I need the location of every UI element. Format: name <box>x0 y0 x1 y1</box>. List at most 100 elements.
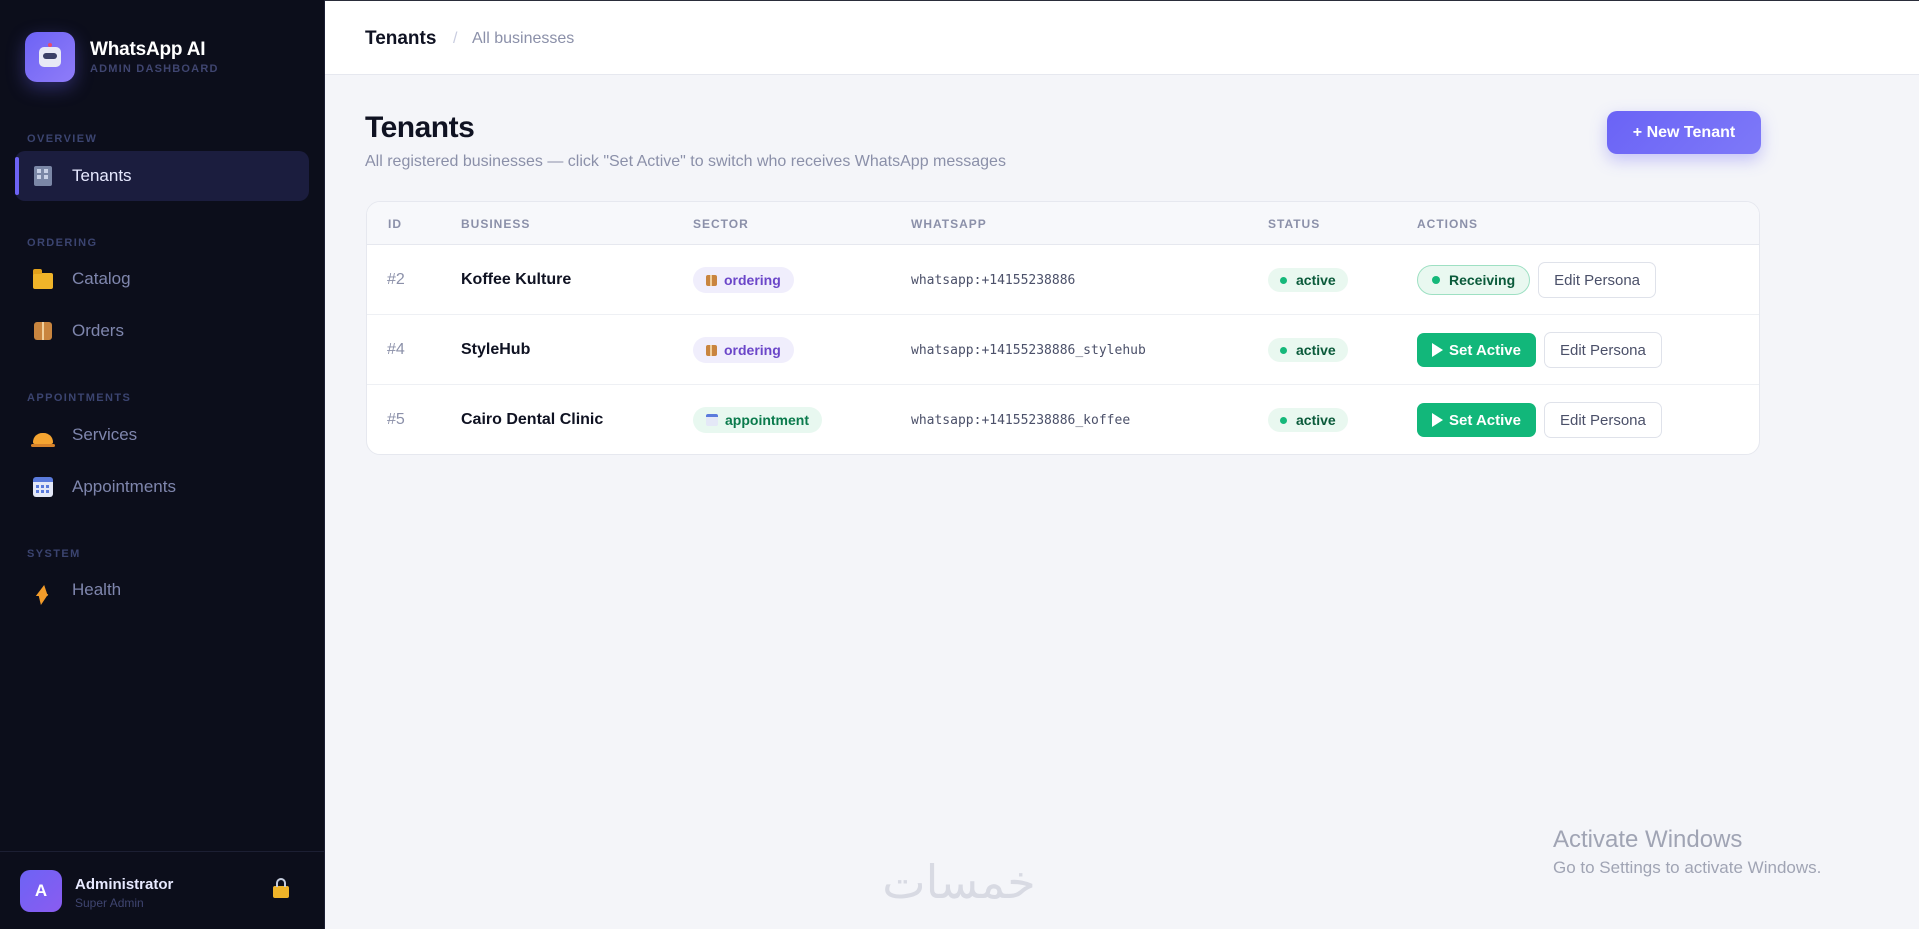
table-header: ID BUSINESS SECTOR WHATSAPP STATUS ACTIO… <box>367 202 1759 245</box>
sector-cell: ordering <box>693 245 794 315</box>
sector-label: appointment <box>725 412 809 428</box>
tenants-table: ID BUSINESS SECTOR WHATSAPP STATUS ACTIO… <box>366 201 1760 455</box>
sector-badge: ordering <box>693 267 794 293</box>
status-badge: active <box>1268 338 1348 362</box>
column-header-business: BUSINESS <box>461 217 531 231</box>
status-dot-icon <box>1280 276 1287 284</box>
edit-persona-button[interactable]: Edit Persona <box>1538 262 1657 298</box>
lock-icon[interactable] <box>273 878 289 898</box>
whatsapp-number: whatsapp:+14155238886 <box>911 272 1076 288</box>
brand-name: WhatsApp AI <box>90 39 206 60</box>
sidebar: WhatsApp AI ADMIN DASHBOARD OVERVIEW Ten… <box>0 0 325 929</box>
receiving-dot-icon <box>1432 276 1440 284</box>
status-label: active <box>1296 412 1336 428</box>
status-badge: active <box>1268 268 1348 292</box>
breadcrumb-title: Tenants <box>365 28 437 49</box>
activate-windows-title: Activate Windows <box>1553 826 1743 853</box>
receiving-badge: Receiving <box>1417 265 1531 295</box>
sidebar-item-catalog[interactable]: Catalog <box>15 254 309 304</box>
watermark-logo: خمسات <box>882 856 1035 908</box>
sector-badge: appointment <box>693 407 822 433</box>
status-badge: active <box>1268 408 1348 432</box>
breadcrumb-separator: / <box>453 30 458 47</box>
actions-cell: Set Active Edit Persona <box>1417 315 1662 385</box>
whatsapp-number: whatsapp:+14155238886_koffee <box>911 412 1131 428</box>
status-label: active <box>1296 342 1336 358</box>
column-header-sector: SECTOR <box>693 217 749 231</box>
play-icon <box>1432 343 1443 357</box>
set-active-button[interactable]: Set Active <box>1417 333 1536 367</box>
sidebar-item-label: Catalog <box>72 269 131 288</box>
set-active-label: Set Active <box>1449 411 1521 429</box>
watermark-text: خمسات <box>882 856 1035 908</box>
section-label-overview: OVERVIEW <box>27 133 98 145</box>
receiving-label: Receiving <box>1449 272 1516 288</box>
sidebar-item-label: Appointments <box>72 477 176 496</box>
section-label-system: SYSTEM <box>27 548 81 560</box>
activate-windows-subtitle: Go to Settings to activate Windows. <box>1553 858 1822 877</box>
package-icon <box>706 344 717 356</box>
package-icon <box>32 320 54 342</box>
user-panel: A Administrator Super Admin <box>0 851 325 929</box>
sector-cell: ordering <box>693 315 794 385</box>
edit-persona-button[interactable]: Edit Persona <box>1543 332 1662 368</box>
sidebar-item-appointments[interactable]: Appointments <box>15 462 309 512</box>
whatsapp-number: whatsapp:+14155238886_stylehub <box>911 342 1146 358</box>
sector-badge: ordering <box>693 337 794 363</box>
set-active-label: Set Active <box>1449 341 1521 359</box>
folder-icon <box>32 268 54 290</box>
topbar: Tenants / All businesses <box>325 0 1919 75</box>
status-cell: active <box>1268 245 1348 315</box>
new-tenant-button[interactable]: + New Tenant <box>1607 111 1761 154</box>
status-dot-icon <box>1280 416 1287 424</box>
set-active-button[interactable]: Set Active <box>1417 403 1536 437</box>
edit-persona-button[interactable]: Edit Persona <box>1543 402 1662 438</box>
tenant-id: #4 <box>387 341 405 358</box>
sidebar-item-tenants[interactable]: Tenants <box>15 151 309 201</box>
brand-subtitle: ADMIN DASHBOARD <box>90 63 219 75</box>
calendar-icon <box>32 476 54 498</box>
brand[interactable]: WhatsApp AI ADMIN DASHBOARD <box>25 32 219 82</box>
lightning-icon <box>32 579 54 601</box>
play-icon <box>1432 413 1443 427</box>
column-header-id: ID <box>388 217 402 231</box>
section-label-appointments: APPOINTMENTS <box>27 392 132 404</box>
sidebar-item-label: Services <box>72 425 138 444</box>
sidebar-item-label: Orders <box>72 321 124 340</box>
table-row: #2 Koffee Kulture ordering whatsapp:+141… <box>367 245 1759 315</box>
user-role: Super Admin <box>75 896 144 910</box>
sidebar-item-health[interactable]: Health <box>15 565 309 615</box>
business-name: Koffee Kulture <box>461 271 572 288</box>
status-cell: active <box>1268 315 1348 385</box>
tenant-id: #2 <box>387 271 405 288</box>
section-label-ordering: ORDERING <box>27 237 98 249</box>
tenant-id: #5 <box>387 411 405 428</box>
robot-logo-icon <box>25 32 75 82</box>
sidebar-item-services[interactable]: Services <box>15 410 309 460</box>
sidebar-item-label: Health <box>72 580 122 599</box>
actions-cell: Receiving Edit Persona <box>1417 245 1657 315</box>
sector-label: ordering <box>724 272 781 288</box>
avatar[interactable]: A <box>20 870 62 912</box>
calendar-icon <box>706 414 718 426</box>
bell-icon <box>31 424 55 447</box>
sector-label: ordering <box>724 342 781 358</box>
page-title: Tenants <box>365 111 475 144</box>
building-icon <box>32 165 54 187</box>
sector-cell: appointment <box>693 385 822 454</box>
business-name: Cairo Dental Clinic <box>461 411 604 428</box>
sidebar-item-label: Tenants <box>72 166 132 185</box>
user-name: Administrator <box>75 876 174 893</box>
table-row: #4 StyleHub ordering whatsapp:+141552388… <box>367 315 1759 385</box>
table-row: #5 Cairo Dental Clinic appointment whats… <box>367 385 1759 454</box>
column-header-status: STATUS <box>1268 217 1321 231</box>
status-cell: active <box>1268 385 1348 454</box>
page-subtitle: All registered businesses — click "Set A… <box>365 153 1006 170</box>
actions-cell: Set Active Edit Persona <box>1417 385 1662 454</box>
status-label: active <box>1296 272 1336 288</box>
status-dot-icon <box>1280 346 1287 354</box>
breadcrumb-subtitle: All businesses <box>472 30 575 47</box>
business-name: StyleHub <box>461 341 531 358</box>
column-header-actions: ACTIONS <box>1417 217 1478 231</box>
sidebar-item-orders[interactable]: Orders <box>15 306 309 356</box>
